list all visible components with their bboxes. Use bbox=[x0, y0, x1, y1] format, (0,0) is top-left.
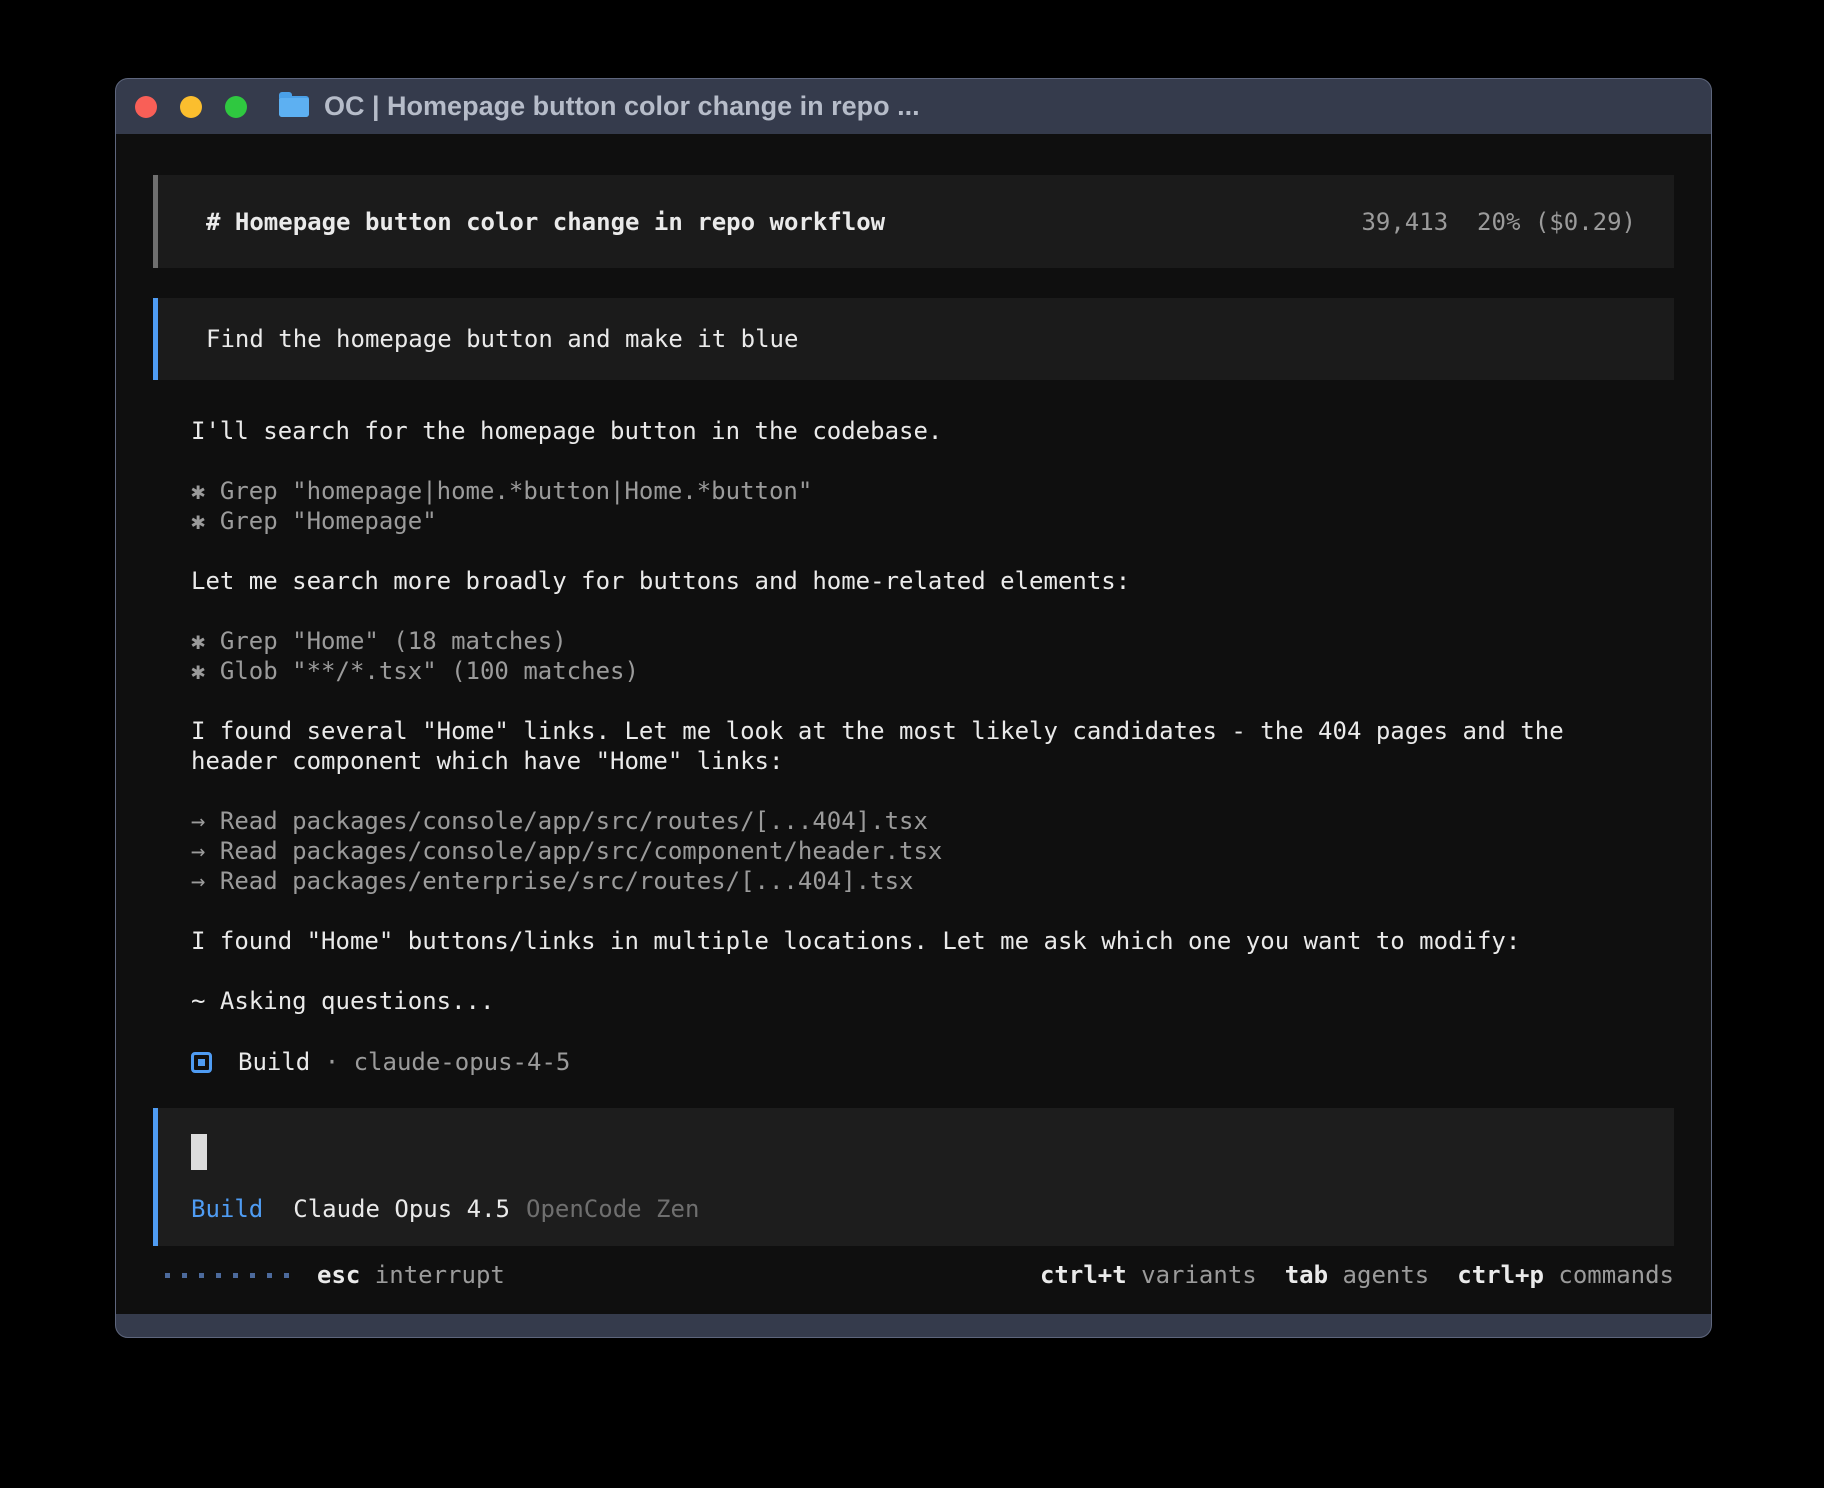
shortcut-key: ctrl+t bbox=[1040, 1261, 1127, 1289]
footer-left-hints: esc interrupt bbox=[317, 1260, 505, 1290]
terminal-window: OC | Homepage button color change in rep… bbox=[115, 78, 1712, 1338]
spinner-dots bbox=[165, 1273, 289, 1278]
shortcut-label: variants bbox=[1127, 1261, 1257, 1289]
session-header: # Homepage button color change in repo w… bbox=[153, 175, 1674, 268]
status-bar: esc interrupt ctrl+t variantstab agentsc… bbox=[153, 1260, 1674, 1290]
spinner-dot bbox=[250, 1273, 255, 1278]
text-segment: Let me search more broadly for buttons a… bbox=[191, 567, 1130, 595]
transcript: I'll search for the homepage button in t… bbox=[153, 416, 1674, 1108]
shortcut-hint-variants: ctrl+t variants bbox=[1040, 1260, 1257, 1290]
shortcut-hint-commands: ctrl+p commands bbox=[1457, 1260, 1674, 1290]
model-label[interactable]: Claude Opus 4.5 bbox=[293, 1194, 510, 1224]
window-title: OC | Homepage button color change in rep… bbox=[324, 91, 920, 122]
transcript-line: I found several "Home" links. Let me loo… bbox=[191, 716, 1663, 776]
text-segment: claude-opus-4-5 bbox=[354, 1046, 571, 1078]
text-segment: ~ Asking questions... bbox=[191, 987, 494, 1015]
transcript-line: ✱ Grep "Homepage" bbox=[191, 506, 1663, 536]
shortcut-label: commands bbox=[1544, 1261, 1674, 1289]
text-cursor bbox=[191, 1134, 207, 1170]
text-segment: · bbox=[310, 1046, 353, 1078]
shortcut-key: ctrl+p bbox=[1457, 1261, 1544, 1289]
shortcut-label: interrupt bbox=[360, 1261, 505, 1289]
transcript-block: ~ Asking questions... bbox=[191, 986, 1674, 1016]
transcript-block: I found "Home" buttons/links in multiple… bbox=[191, 926, 1674, 956]
transcript-block: I found several "Home" links. Let me loo… bbox=[191, 716, 1674, 776]
provider-label: OpenCode Zen bbox=[526, 1194, 699, 1224]
transcript-line: I'll search for the homepage button in t… bbox=[191, 416, 1663, 446]
zoom-button[interactable] bbox=[225, 96, 247, 118]
spinner-dot bbox=[233, 1273, 238, 1278]
transcript-block: ✱ Grep "Home" (18 matches)✱ Glob "**/*.t… bbox=[191, 626, 1674, 686]
folder-icon bbox=[279, 96, 309, 117]
traffic-lights bbox=[135, 96, 247, 118]
minimize-button[interactable] bbox=[180, 96, 202, 118]
shortcut-label: agents bbox=[1328, 1261, 1429, 1289]
text-segment: ✱ Grep "homepage|home.*button|Home.*butt… bbox=[191, 477, 812, 505]
transcript-line: ✱ Grep "homepage|home.*button|Home.*butt… bbox=[191, 476, 1663, 506]
text-segment: I'll search for the homepage button in t… bbox=[191, 417, 942, 445]
transcript-block: ✱ Grep "homepage|home.*button|Home.*butt… bbox=[191, 476, 1674, 536]
agent-label[interactable]: Build bbox=[191, 1194, 263, 1224]
transcript-line: ✱ Grep "Home" (18 matches) bbox=[191, 626, 1663, 656]
transcript-block: Let me search more broadly for buttons a… bbox=[191, 566, 1674, 596]
spinner-dot bbox=[267, 1273, 272, 1278]
shortcut-key: esc bbox=[317, 1261, 360, 1289]
transcript-line: I found "Home" buttons/links in multiple… bbox=[191, 926, 1663, 956]
text-segment: → Read packages/console/app/src/routes/[… bbox=[191, 807, 928, 835]
user-message-text: Find the homepage button and make it blu… bbox=[206, 324, 798, 354]
transcript-line: ~ Asking questions... bbox=[191, 986, 1663, 1016]
text-segment: → Read packages/enterprise/src/routes/[.… bbox=[191, 867, 913, 895]
spinner-dot bbox=[199, 1273, 204, 1278]
transcript-line: ✱ Glob "**/*.tsx" (100 matches) bbox=[191, 656, 1663, 686]
text-segment: ✱ Grep "Home" (18 matches) bbox=[191, 627, 567, 655]
status-bar-left: esc interrupt bbox=[153, 1260, 505, 1290]
text-segment: → Read packages/console/app/src/componen… bbox=[191, 837, 942, 865]
spinner-dot bbox=[284, 1273, 289, 1278]
close-button[interactable] bbox=[135, 96, 157, 118]
build-agent-icon bbox=[191, 1052, 212, 1073]
text-segment: Build bbox=[238, 1046, 310, 1078]
transcript-line: → Read packages/console/app/src/routes/[… bbox=[191, 806, 1663, 836]
text-segment: ✱ Glob "**/*.tsx" (100 matches) bbox=[191, 657, 639, 685]
transcript-line: → Read packages/enterprise/src/routes/[.… bbox=[191, 866, 1663, 896]
session-stats: 39,413 20% ($0.29) bbox=[1361, 207, 1636, 237]
footer-right-hints: ctrl+t variants tab agents ctrl+p commands bbox=[1040, 1260, 1674, 1290]
shortcut-key: tab bbox=[1285, 1261, 1328, 1289]
text-segment: ✱ Grep "Homepage" bbox=[191, 507, 437, 535]
transcript-block: Build · claude-opus-4-5 bbox=[191, 1046, 1674, 1078]
transcript-line: → Read packages/console/app/src/componen… bbox=[191, 836, 1663, 866]
session-title: # Homepage button color change in repo w… bbox=[206, 207, 885, 237]
terminal-content: # Homepage button color change in repo w… bbox=[116, 134, 1711, 1314]
prompt-input[interactable]: Build Claude Opus 4.5 OpenCode Zen bbox=[153, 1108, 1674, 1246]
transcript-block: I'll search for the homepage button in t… bbox=[191, 416, 1674, 446]
user-message: Find the homepage button and make it blu… bbox=[153, 298, 1674, 380]
transcript-line: Build · claude-opus-4-5 bbox=[191, 1046, 1663, 1078]
shortcut-hint-interrupt: esc interrupt bbox=[317, 1260, 505, 1290]
text-segment: I found several "Home" links. Let me loo… bbox=[191, 717, 1578, 775]
input-status-row: Build Claude Opus 4.5 OpenCode Zen bbox=[191, 1194, 1636, 1224]
spinner-dot bbox=[216, 1273, 221, 1278]
spinner-dot bbox=[182, 1273, 187, 1278]
window-titlebar: OC | Homepage button color change in rep… bbox=[116, 79, 1711, 134]
transcript-line: Let me search more broadly for buttons a… bbox=[191, 566, 1663, 596]
shortcut-hint-agents: tab agents bbox=[1285, 1260, 1430, 1290]
spinner-dot bbox=[165, 1273, 170, 1278]
transcript-block: → Read packages/console/app/src/routes/[… bbox=[191, 806, 1674, 896]
text-segment: I found "Home" buttons/links in multiple… bbox=[191, 927, 1520, 955]
